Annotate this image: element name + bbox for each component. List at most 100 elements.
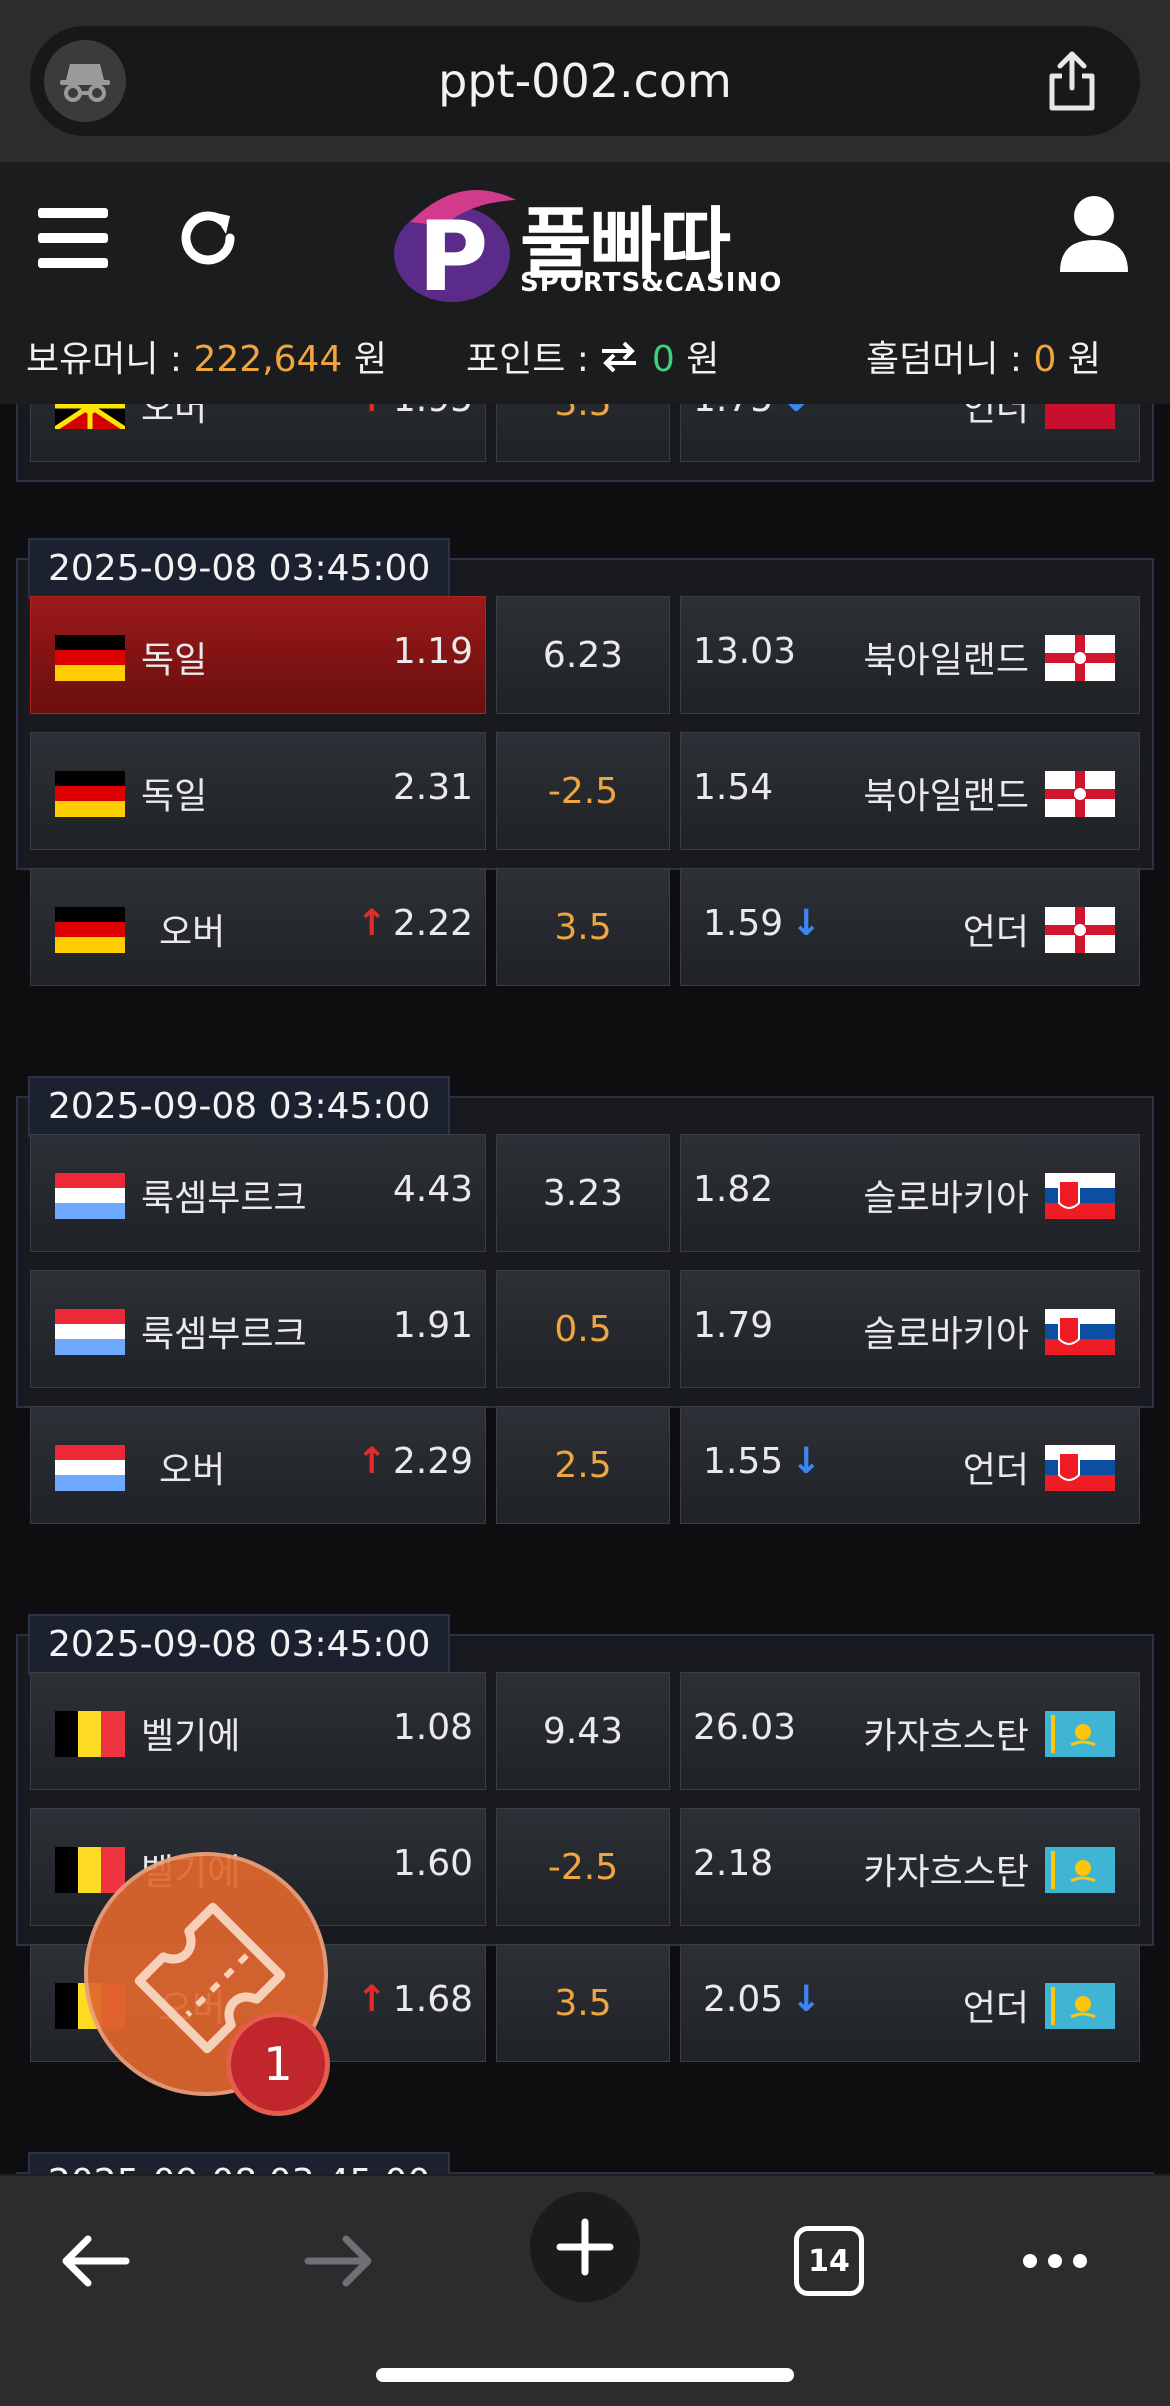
bet-home-cell-selected[interactable]: 독일 1.19 xyxy=(30,596,486,714)
bet-under-cell[interactable]: 1.59 ↓ 언더 xyxy=(680,868,1140,986)
team-name: 룩셈부르크 xyxy=(141,1178,307,1219)
team-name: 벨기에 xyxy=(141,1716,241,1757)
home-indicator xyxy=(376,2368,794,2382)
bet-handicap-cell[interactable]: -2.5 xyxy=(496,732,670,850)
forward-arrow-icon[interactable] xyxy=(284,2206,394,2316)
bet-total-cell[interactable]: 3.5 xyxy=(496,868,670,986)
team-name: 언더 xyxy=(962,404,1029,429)
bet-mid-cell[interactable]: 3.5 xyxy=(496,404,670,462)
northern-ireland-flag-icon xyxy=(1045,907,1115,953)
holdem-money: 홀덤머니 : 0 원 xyxy=(866,330,1101,382)
bet-away-cell[interactable]: 2.18 카자흐스탄 xyxy=(680,1808,1140,1926)
back-arrow-icon[interactable] xyxy=(40,2206,150,2316)
bet-home-cell[interactable]: 룩셈부르크 4.43 xyxy=(30,1134,486,1252)
holdem-label: 홀덤머니 : xyxy=(866,339,1034,380)
new-tab-button[interactable] xyxy=(530,2192,640,2302)
bet-draw-cell[interactable]: 9.43 xyxy=(496,1672,670,1790)
draw-odds: 9.43 xyxy=(542,1711,624,1752)
bet-home-cell[interactable]: 벨기에 1.08 xyxy=(30,1672,486,1790)
bet-home-cell[interactable]: 오버 ↑1.95 xyxy=(30,404,486,462)
away-odds: 13.03 xyxy=(693,631,797,672)
bet-home-cell[interactable]: 독일 2.31 xyxy=(30,732,486,850)
handicap-value: -2.5 xyxy=(547,771,619,812)
holdem-value: 0 xyxy=(1033,339,1057,380)
handicap-value: -2.5 xyxy=(547,1847,619,1888)
under-odds: 1.59 ↓ xyxy=(703,903,822,944)
bet-row: 오버 ↑ 2.22 3.5 1.59 ↓ 언더 xyxy=(30,868,1140,986)
more-options-icon[interactable] xyxy=(1000,2206,1110,2316)
match-date: 2025-09-08 03:45:00 xyxy=(28,538,451,599)
match-date: 2025-09-08 03:45:00 xyxy=(28,1076,451,1137)
bet-away-cell[interactable]: 26.03 카자흐스탄 xyxy=(680,1672,1140,1790)
bet-row: 독일 1.19 6.23 13.03 북아일랜드 xyxy=(30,596,1140,714)
kazakhstan-flag-icon xyxy=(1045,1711,1115,1757)
away-odds: 1.54 xyxy=(693,767,774,808)
refresh-icon[interactable] xyxy=(172,202,244,274)
tabs-button[interactable]: 14 xyxy=(774,2206,884,2316)
under-label: 언더 xyxy=(962,912,1029,953)
bet-away-cell[interactable]: 1.75↓ 언더 xyxy=(680,404,1140,462)
arrow-down-icon: ↓ xyxy=(791,1979,822,2020)
point-label: 포인트 : xyxy=(466,339,601,380)
luxembourg-flag-icon xyxy=(55,1445,125,1491)
slovakia-flag-icon xyxy=(1045,1445,1115,1491)
over-label: 오버 xyxy=(159,912,226,953)
northern-ireland-flag-icon xyxy=(1045,635,1115,681)
handicap-value: 0.5 xyxy=(554,1309,612,1350)
total-value: 3.5 xyxy=(554,1983,612,2024)
bet-home-cell[interactable]: 룩셈부르크 1.91 xyxy=(30,1270,486,1388)
exchange-icon[interactable] xyxy=(600,341,640,382)
bet-over-cell[interactable]: 오버 ↑ 2.22 xyxy=(30,868,486,986)
kazakhstan-flag-icon xyxy=(1045,1983,1115,2029)
bet-total-cell[interactable]: 2.5 xyxy=(496,1406,670,1524)
kazakhstan-flag-icon xyxy=(1045,1847,1115,1893)
luxembourg-flag-icon xyxy=(55,1173,125,1219)
arrow-up-icon: ↑ xyxy=(356,1979,387,2020)
address-bar[interactable]: ppt-002.com xyxy=(30,26,1140,136)
bet-row: 룩셈부르크 4.43 3.23 1.82 슬로바키아 xyxy=(30,1134,1140,1252)
over-label: 오버 xyxy=(159,1450,226,1491)
bet-under-cell[interactable]: 2.05 ↓ 언더 xyxy=(680,1944,1140,2062)
team-name: 북아일랜드 xyxy=(863,776,1029,817)
bet-away-cell[interactable]: 1.54 북아일랜드 xyxy=(680,732,1140,850)
away-odds: 1.75↓ xyxy=(693,404,811,420)
draw-odds: 3.23 xyxy=(542,1173,624,1214)
arrow-down-icon: ↓ xyxy=(791,903,822,944)
draw-odds: 6.23 xyxy=(542,635,624,676)
bet-handicap-cell[interactable]: 0.5 xyxy=(496,1270,670,1388)
under-label: 언더 xyxy=(962,1450,1029,1491)
over-odds: ↑ 2.29 xyxy=(356,1441,473,1482)
match-date: 2025-09-08 03:45:00 xyxy=(28,1614,451,1675)
holdem-unit: 원 xyxy=(1056,339,1101,380)
under-odds: 2.05 ↓ xyxy=(703,1979,822,2020)
bet-away-cell[interactable]: 13.03 북아일랜드 xyxy=(680,596,1140,714)
northern-ireland-flag-icon xyxy=(1045,771,1115,817)
total-value: 2.5 xyxy=(554,1445,612,1486)
site-logo[interactable]: P 풀빠따 SPORTS&CASINO xyxy=(390,182,790,312)
betslip-count-badge[interactable]: 1 xyxy=(226,2012,330,2116)
share-icon[interactable] xyxy=(1042,50,1102,112)
away-odds: 26.03 xyxy=(693,1707,797,1748)
germany-flag-icon xyxy=(55,907,125,953)
bet-draw-cell[interactable]: 6.23 xyxy=(496,596,670,714)
away-odds: 1.82 xyxy=(693,1169,774,1210)
menu-icon[interactable] xyxy=(38,208,108,268)
bet-handicap-cell[interactable]: -2.5 xyxy=(496,1808,670,1926)
bet-away-cell[interactable]: 1.79 슬로바키아 xyxy=(680,1270,1140,1388)
bet-under-cell[interactable]: 1.55 ↓ 언더 xyxy=(680,1406,1140,1524)
under-label: 언더 xyxy=(962,1988,1029,2029)
bet-total-cell[interactable]: 3.5 xyxy=(496,1944,670,2062)
home-odds: 4.43 xyxy=(392,1169,473,1210)
bet-row: 벨기에 1.08 9.43 26.03 카자흐스탄 xyxy=(30,1672,1140,1790)
user-icon[interactable] xyxy=(1056,194,1132,274)
bet-away-cell[interactable]: 1.82 슬로바키아 xyxy=(680,1134,1140,1252)
bet-over-cell[interactable]: 오버 ↑ 2.29 xyxy=(30,1406,486,1524)
bet-draw-cell[interactable]: 3.23 xyxy=(496,1134,670,1252)
match-group-partial: 오버 ↑1.95 3.5 1.75↓ 언더 xyxy=(16,404,1154,482)
balance-label: 보유머니 : xyxy=(26,339,194,380)
team-name: 슬로바키아 xyxy=(863,1178,1029,1219)
site-header: P 풀빠따 SPORTS&CASINO 보유머니 : 222,644 원 포인트… xyxy=(0,164,1170,404)
home-odds: 1.91 xyxy=(392,1305,473,1346)
url-text: ppt-002.com xyxy=(438,54,732,108)
flag-icon xyxy=(1045,404,1115,429)
